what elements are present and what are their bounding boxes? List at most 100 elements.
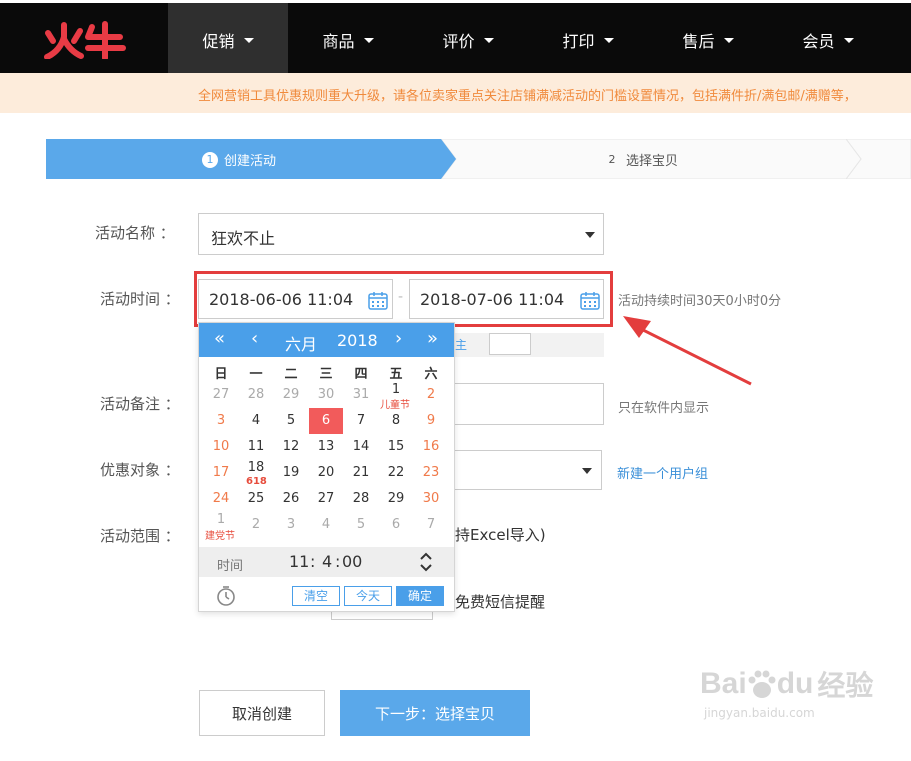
weekday-label: 四 — [354, 367, 368, 382]
calendar-day[interactable]: 11 — [241, 435, 271, 459]
clear-button[interactable]: 清空 — [292, 586, 340, 606]
watermark-cn: 经验 — [817, 669, 874, 702]
chevron-down-icon — [582, 468, 592, 474]
calendar-day[interactable]: 19 — [276, 461, 306, 485]
next-month-button[interactable]: › — [395, 328, 402, 349]
calendar-day[interactable]: 7 — [416, 513, 446, 537]
cancel-create-button[interactable]: 取消创建 — [199, 690, 325, 736]
small-input[interactable] — [489, 333, 531, 355]
calendar-day[interactable]: 12 — [276, 435, 306, 459]
nav-label: 评价 — [442, 31, 475, 51]
weekday-label: 五 — [389, 367, 403, 382]
calendar-day[interactable]: 9 — [416, 409, 446, 433]
calendar-day[interactable]: 30 — [311, 383, 341, 407]
nav-reviews[interactable]: 评价 — [408, 3, 528, 76]
today-button[interactable]: 今天 — [344, 586, 392, 606]
calendar-day[interactable]: 3 — [276, 513, 306, 537]
step-label: 选择宝贝 — [626, 154, 679, 169]
calendar-day[interactable]: 29 — [381, 487, 411, 511]
calendar-day[interactable]: 4 — [311, 513, 341, 537]
nav-members[interactable]: 会员 — [768, 3, 888, 76]
calendar-day[interactable]: 28 — [241, 383, 271, 407]
confirm-button[interactable]: 确定 — [396, 586, 444, 606]
calendar-day[interactable]: 13 — [311, 435, 341, 459]
remark-label: 活动备注 ： — [100, 395, 180, 413]
calendar-day[interactable]: 5 — [346, 513, 376, 537]
calendar-day[interactable]: 16 — [416, 435, 446, 459]
calendar-day[interactable]: 31 — [346, 383, 376, 407]
calendar-day[interactable]: 5 — [276, 409, 306, 433]
baidu-watermark: Bai du 经验 jingyan.baidu.com — [700, 664, 873, 720]
step-progress-bar: 1 创建活动 2 选择宝贝 — [46, 139, 911, 179]
next-year-button[interactable]: » — [427, 328, 438, 349]
calendar-day[interactable]: 6 — [381, 513, 411, 537]
notice-banner: 全网营销工具优惠规则重大升级，请各位卖家重点关注店铺满减活动的门槛设置情况，包括… — [0, 73, 911, 113]
options-row: 主 — [455, 333, 604, 357]
prev-year-button[interactable]: « — [214, 328, 225, 349]
next-step-button[interactable]: 下一步：选择宝贝 — [340, 690, 530, 736]
calendar-day[interactable]: 26 — [276, 487, 306, 511]
calendar-day[interactable]: 30 — [416, 487, 446, 511]
nav-after-sales[interactable]: 售后 — [648, 3, 768, 76]
weekday-label: 日 — [214, 367, 228, 382]
prev-month-button[interactable]: ‹ — [251, 328, 258, 349]
calendar-day[interactable]: 8 — [381, 409, 411, 433]
nav-label: 会员 — [802, 31, 835, 51]
calendar-day[interactable]: 29 — [276, 383, 306, 407]
duration-hint: 活动持续时间30天0小时0分 — [618, 294, 782, 309]
calendar-day[interactable]: 2 — [241, 513, 271, 537]
calendar-day[interactable]: 4 — [241, 409, 271, 433]
calendar-day[interactable]: 10 — [206, 435, 236, 459]
chevron-down-icon — [723, 38, 734, 43]
calendar-day[interactable]: 3 — [206, 409, 236, 433]
paw-icon — [748, 670, 776, 698]
minute-value[interactable]: 4 — [322, 552, 332, 571]
weekday-label: 六 — [424, 367, 438, 382]
scope-label: 活动范围 ： — [100, 527, 180, 545]
calendar-day[interactable]: 21 — [346, 461, 376, 485]
brand-logo[interactable] — [44, 21, 126, 59]
year-label[interactable]: 2018 — [337, 331, 378, 350]
time-stepper-icon[interactable] — [419, 551, 433, 573]
calendar-day[interactable]: 28 — [346, 487, 376, 511]
calendar-day[interactable]: 27 — [311, 487, 341, 511]
scope-text: 持Excel导入) — [455, 526, 546, 544]
calendar-day[interactable]: 24 — [206, 487, 236, 511]
top-navigation-bar: 促销 商品 评价 打印 售后 会员 — [0, 0, 911, 76]
calendar-day[interactable]: 15 — [381, 435, 411, 459]
sms-reminder-text: 免费短信提醒 — [455, 593, 546, 611]
time-label: 时间 — [217, 559, 244, 574]
calendar-day[interactable]: 27 — [206, 383, 236, 407]
calendar-day[interactable]: 14 — [346, 435, 376, 459]
nav-promotion[interactable]: 促销 — [168, 3, 288, 76]
activity-name-select[interactable]: 狂欢不止 — [198, 213, 604, 255]
watermark-brand-2: du — [776, 667, 814, 700]
calendar-day[interactable]: 20 — [311, 461, 341, 485]
calendar-day-selected[interactable]: 6 — [309, 408, 343, 434]
new-user-group-link[interactable]: 新建一个用户组 — [617, 463, 708, 482]
date-picker-popup: « ‹ 六月 2018 › » 日一二三四五六 27 28 29 30 31 1 2 3 4 5 6… — [198, 322, 455, 612]
stopwatch-icon[interactable] — [215, 585, 237, 607]
remark-input[interactable] — [455, 383, 604, 425]
weekday-label: 三 — [319, 367, 333, 382]
time-colon: : — [335, 552, 341, 571]
month-label[interactable]: 六月 — [285, 331, 317, 355]
holiday-label: 建党节 — [205, 531, 235, 542]
calendar-day[interactable]: 25 — [241, 487, 271, 511]
nav-products[interactable]: 商品 — [288, 3, 408, 76]
annotation-arrow — [623, 316, 752, 386]
nav-print[interactable]: 打印 — [528, 3, 648, 76]
second-value[interactable]: 00 — [342, 552, 362, 571]
calendar-day[interactable]: 17 — [206, 461, 236, 485]
step-label: 创建活动 — [224, 154, 277, 169]
calendar-day[interactable]: 7 — [346, 409, 376, 433]
watermark-url: jingyan.baidu.com — [704, 706, 815, 720]
calendar-day[interactable]: 22 — [381, 461, 411, 485]
calendar-day[interactable]: 2 — [416, 383, 446, 407]
hour-value[interactable]: 11 — [289, 552, 309, 571]
nav-label: 打印 — [562, 31, 595, 51]
holiday-label: 儿童节 — [380, 400, 410, 411]
target-select[interactable] — [455, 450, 602, 490]
step-1: 1 创建活动 — [202, 150, 276, 169]
calendar-day[interactable]: 23 — [416, 461, 446, 485]
